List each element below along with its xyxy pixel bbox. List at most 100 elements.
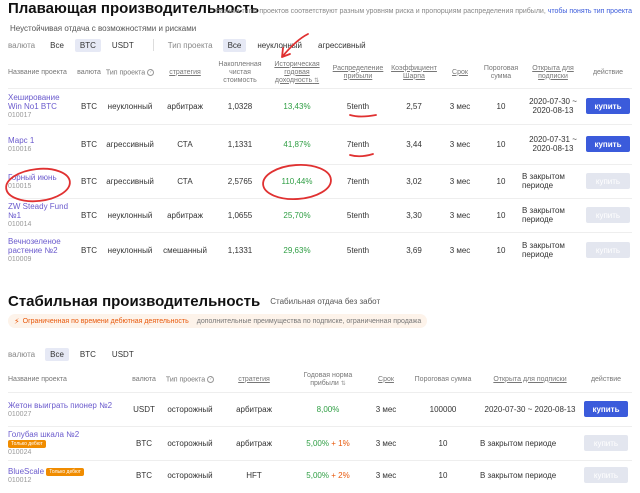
info-icon[interactable]: ? <box>207 375 215 383</box>
stable-currency-filter-usdt[interactable]: USDT <box>107 348 139 361</box>
stable-currency-filter-btc[interactable]: BTC <box>75 348 101 361</box>
currency-cell: BTC <box>74 87 104 124</box>
action-cell: купить <box>580 425 632 460</box>
term-cell: 3 мес <box>440 231 480 268</box>
threshold-cell: 10 <box>480 87 522 124</box>
project-name-link[interactable]: Горный июнь <box>8 173 57 182</box>
threshold-cell: 10 <box>406 459 480 490</box>
threshold-cell: 100000 <box>406 391 480 426</box>
project-code: 010012 <box>8 476 32 484</box>
info-icon[interactable]: ? <box>147 68 155 76</box>
table-row: BlueScale Только дебют 010012 BTC осторож… <box>8 459 632 490</box>
notice-warning: Ограниченная по времени дебютная деятель… <box>22 317 189 325</box>
threshold-cell: 10 <box>480 123 522 164</box>
col-sharpe[interactable]: Коэффициент Шарпа <box>388 58 440 88</box>
term-cell: 3 мес <box>366 391 406 426</box>
buy-button[interactable]: купить <box>586 98 630 114</box>
col-term[interactable]: Срок <box>440 58 480 88</box>
floating-header: Плавающая производительность Разные типы… <box>8 0 636 20</box>
stable-table: Название проекта валюта Тип проекта ? ст… <box>8 368 632 490</box>
type-cell: неуклонный <box>104 87 156 124</box>
col-currency: валюта <box>77 68 101 76</box>
yield-cell: 25,70% <box>266 197 328 232</box>
currency-filter-btc[interactable]: BTC <box>74 38 101 52</box>
table-row: Марс 1 010016 BTC агрессивный СТА 1,1331 … <box>8 123 632 164</box>
col-profit[interactable]: Распределение прибыли <box>328 58 388 88</box>
project-name-link[interactable]: Хеширование Win No1 BTC <box>8 93 60 111</box>
strategy-cell: арбитраж <box>218 391 290 426</box>
open-cell: 2020-07-30 ~ 2020-08-13 <box>522 87 584 124</box>
nav-cell: 1,1331 <box>214 231 266 268</box>
project-name-link[interactable]: ZW Steady Fund №1 <box>8 202 68 220</box>
term-cell: 3 мес <box>440 197 480 232</box>
col-yield[interactable]: Историческая годовая доходность ⇅ <box>266 58 328 88</box>
nav-cell: 2,5765 <box>214 163 266 198</box>
project-name-link[interactable]: Марс 1 <box>8 136 34 145</box>
currency-cell: BTC <box>126 459 162 490</box>
floating-subtitle: Неустойчивая отдача с возможностями и ри… <box>10 24 197 33</box>
rate-cell: 8,00% <box>290 391 366 426</box>
profit-cell: 5tenth <box>328 231 388 268</box>
sort-icon[interactable]: ⇅ <box>314 78 319 84</box>
rate-bonus: + 1% <box>331 438 350 448</box>
buy-button[interactable]: купить <box>584 401 628 417</box>
bolt-icon: ⚡ <box>14 316 20 326</box>
currency-cell: USDT <box>126 391 162 426</box>
sharpe-cell: 3,44 <box>388 123 440 164</box>
rate-cell: 5,00% + 2% <box>290 459 366 490</box>
project-name-link[interactable]: BlueScale <box>8 467 44 476</box>
stable-table-header: Название проекта валюта Тип проекта ? ст… <box>8 368 632 392</box>
strategy-cell: HFT <box>218 459 290 490</box>
col-open[interactable]: Открыта для подписки <box>522 58 584 88</box>
buy-button[interactable]: купить <box>586 136 630 152</box>
stable-currency-filter-all[interactable]: Все <box>45 347 69 361</box>
right-note-text: Разные типы проектов соответствуют разны… <box>215 8 546 15</box>
action-cell: купить <box>584 197 632 232</box>
sort-icon[interactable]: ⇅ <box>341 381 346 387</box>
open-cell: 2020-07-30 ~ 2020-08-13 <box>480 391 580 426</box>
col-strategy[interactable]: стратегия <box>156 58 214 88</box>
type-filter-steady[interactable]: неуклонный <box>252 39 307 52</box>
project-name-link[interactable]: Голубая шкала №2 <box>8 430 79 439</box>
table-row: Жетон выиграть пионер №2 010027 USDT осто… <box>8 391 632 426</box>
strategy-cell: СТА <box>156 123 214 164</box>
profit-cell: 7tenth <box>328 123 388 164</box>
stable-col-rate[interactable]: Годовая норма прибыли ⇅ <box>290 368 366 392</box>
nav-cell: 1,0655 <box>214 197 266 232</box>
type-cell: неуклонный <box>104 197 156 232</box>
floating-right-note: Разные типы проектов соответствуют разны… <box>215 8 632 15</box>
project-name-link[interactable]: Жетон выиграть пионер №2 <box>8 401 112 410</box>
nav-cell: 1,1331 <box>214 123 266 164</box>
term-cell: 3 мес <box>440 87 480 124</box>
type-filter-all[interactable]: Все <box>222 38 247 52</box>
term-cell: 3 мес <box>440 163 480 198</box>
action-cell: купить <box>584 231 632 268</box>
project-name-link[interactable]: Вечнозеленое растение №2 <box>8 237 61 255</box>
floating-table: Название проекта валюта Тип проекта ? ст… <box>8 58 632 268</box>
project-type-link[interactable]: чтобы понять тип проекта <box>548 8 632 15</box>
yield-cell: 29,63% <box>266 231 328 268</box>
table-row: Вечнозеленое растение №2 010009 BTC неукл… <box>8 231 632 268</box>
stable-col-open[interactable]: Открыта для подписки <box>480 368 580 392</box>
stable-filterbar: валюта Все BTC USDT <box>8 346 139 362</box>
action-cell: купить <box>584 163 632 198</box>
project-code: 010016 <box>8 145 32 153</box>
stable-col-term[interactable]: Срок <box>366 368 406 392</box>
stable-header: Стабильная производительность Стабильная… <box>8 292 380 310</box>
currency-filter-all[interactable]: Все <box>45 39 69 52</box>
strategy-cell: арбитраж <box>156 197 214 232</box>
type-cell: неуклонный <box>104 231 156 268</box>
stable-col-strategy[interactable]: стратегия <box>218 368 290 392</box>
floating-filterbar: валюта Все BTC USDT Тип проекта Все неук… <box>8 37 371 53</box>
threshold-cell: 10 <box>406 425 480 460</box>
nav-cell: 1,0328 <box>214 87 266 124</box>
filter-separator <box>152 39 154 51</box>
open-cell: В закрытом периоде <box>480 459 580 490</box>
type-filter-aggressive[interactable]: агрессивный <box>313 39 371 52</box>
currency-filter-usdt[interactable]: USDT <box>107 39 139 52</box>
term-cell: 3 мес <box>366 459 406 490</box>
stable-currency-filter-label: валюта <box>8 349 36 359</box>
stable-col-action: действие <box>590 375 622 383</box>
project-cell: Вечнозеленое растение №2 010009 <box>8 231 74 268</box>
project-cell: Хеширование Win No1 BTC 010017 <box>8 87 74 124</box>
